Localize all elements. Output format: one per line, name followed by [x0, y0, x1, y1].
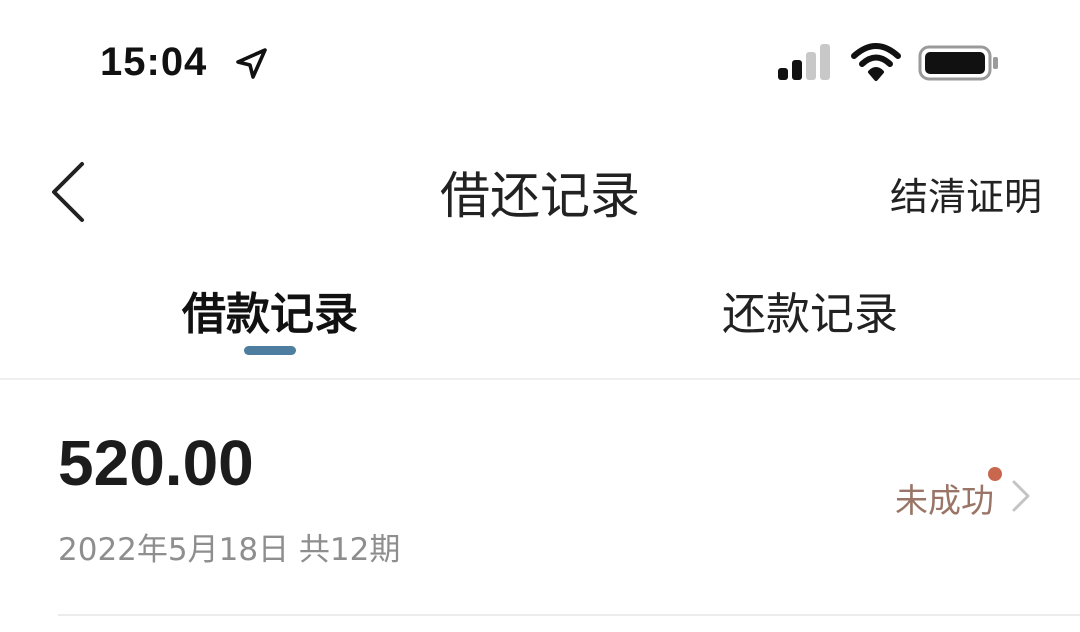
loan-amount: 520.00	[58, 427, 254, 499]
tab-repayment-records[interactable]: 还款记录	[540, 278, 1080, 342]
unread-dot	[988, 467, 1002, 481]
record-tabs: 借款记录 还款记录	[0, 270, 1080, 376]
status-time: 15:04	[100, 40, 208, 84]
settlement-proof-button[interactable]: 结清证明	[890, 166, 1042, 221]
wifi-icon	[851, 43, 901, 81]
status-badge: 未成功	[895, 481, 994, 520]
tab-borrow-records[interactable]: 借款记录	[0, 278, 540, 342]
active-tab-indicator	[244, 346, 296, 355]
location-arrow-icon	[236, 48, 267, 79]
list-divider	[58, 614, 1080, 616]
nav-header: 借还记录 结清证明	[0, 140, 1080, 240]
status-bar: 15:04	[0, 0, 1080, 120]
back-button[interactable]	[40, 158, 100, 224]
list-item[interactable]: 520.00 2022年5月18日 共12期 未成功	[0, 380, 1080, 616]
signal-icon	[778, 44, 830, 80]
chevron-right-icon	[1012, 480, 1030, 512]
chevron-left-icon	[52, 162, 84, 222]
battery-icon	[918, 45, 998, 81]
loan-date-and-terms: 2022年5月18日 共12期	[58, 532, 401, 568]
